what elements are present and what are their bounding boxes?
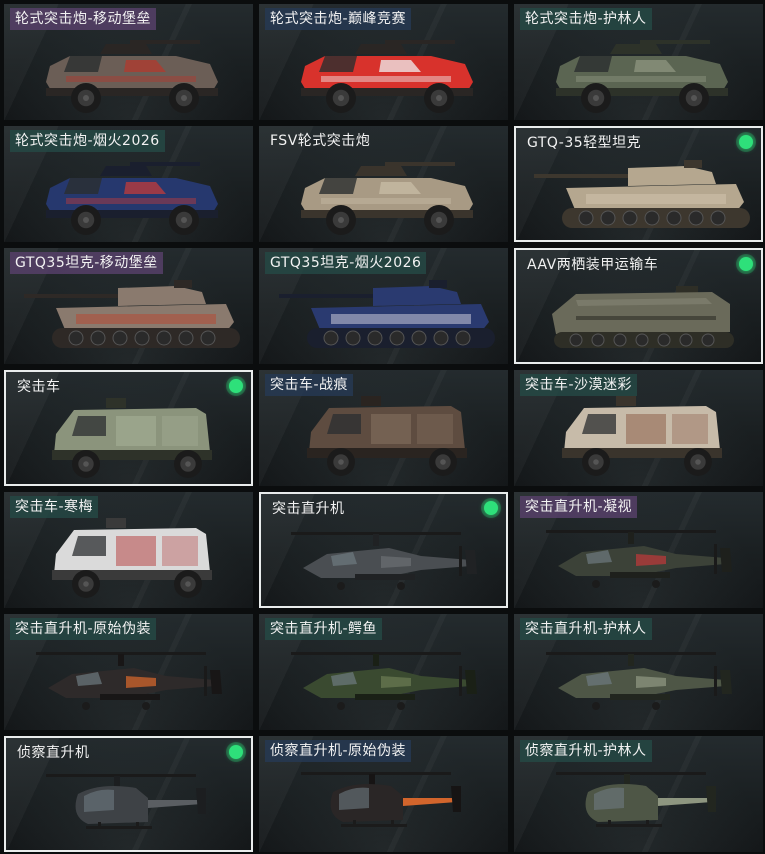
- light-tank-icon: [516, 150, 761, 240]
- vehicle-skin-name: 突击直升机-凝视: [520, 496, 638, 518]
- vehicle-skin-name: 轮式突击炮-移动堡垒: [10, 8, 157, 30]
- vehicle-skin-name: 突击车: [17, 379, 61, 395]
- owned-indicator-icon: [484, 501, 498, 515]
- wheeled-assault-gun-icon: [514, 26, 763, 118]
- vehicle-skin-card[interactable]: 突击直升机-凝视: [514, 492, 763, 608]
- vehicle-skin-name: GTQ35坦克-烟火2026: [265, 252, 427, 274]
- attack-helicopter-icon: [4, 636, 253, 728]
- attack-helicopter-icon: [514, 514, 763, 606]
- assault-vehicle-icon: [259, 392, 508, 484]
- attack-helicopter-icon: [259, 636, 508, 728]
- vehicle-skin-name: GTQ-35轻型坦克: [527, 135, 642, 151]
- vehicle-skin-card[interactable]: 侦察直升机: [4, 736, 253, 852]
- vehicle-skin-name: 侦察直升机-原始伪装: [265, 740, 412, 762]
- vehicle-skin-name: 突击直升机-护林人: [520, 618, 652, 640]
- vehicle-skin-card[interactable]: 轮式突击炮-巅峰竞赛: [259, 4, 508, 120]
- vehicle-skin-card[interactable]: AAV两栖装甲运输车: [514, 248, 763, 364]
- scout-helicopter-icon: [514, 758, 763, 850]
- vehicle-skin-name: 轮式突击炮-护林人: [520, 8, 652, 30]
- vehicle-skin-card[interactable]: 突击直升机-护林人: [514, 614, 763, 730]
- vehicle-skin-card[interactable]: 突击车-沙漠迷彩: [514, 370, 763, 486]
- wheeled-assault-gun-icon: [4, 148, 253, 240]
- vehicle-skin-name: 突击车-寒梅: [10, 496, 99, 518]
- attack-helicopter-icon: [261, 516, 506, 606]
- assault-vehicle-icon: [514, 392, 763, 484]
- vehicle-skin-card[interactable]: 突击直升机: [259, 492, 508, 608]
- assault-vehicle-icon: [6, 394, 251, 484]
- vehicle-skin-card[interactable]: 侦察直升机-原始伪装: [259, 736, 508, 852]
- vehicle-skin-card[interactable]: FSV轮式突击炮: [259, 126, 508, 242]
- owned-indicator-icon: [739, 135, 753, 149]
- owned-indicator-icon: [229, 379, 243, 393]
- owned-indicator-icon: [229, 745, 243, 759]
- vehicle-skin-card[interactable]: 突击车-寒梅: [4, 492, 253, 608]
- vehicle-skin-name: 突击车-沙漠迷彩: [520, 374, 638, 396]
- vehicle-skin-name: GTQ35坦克-移动堡垒: [10, 252, 163, 274]
- assault-vehicle-icon: [4, 514, 253, 606]
- scout-helicopter-icon: [259, 758, 508, 850]
- scout-helicopter-icon: [6, 760, 251, 850]
- vehicle-skin-card[interactable]: 轮式突击炮-移动堡垒: [4, 4, 253, 120]
- wheeled-assault-gun-icon: [4, 26, 253, 118]
- light-tank-icon: [4, 270, 253, 362]
- vehicle-skin-name: 突击直升机-鳄鱼: [265, 618, 383, 640]
- owned-indicator-icon: [739, 257, 753, 271]
- vehicle-skin-name: 侦察直升机: [17, 745, 90, 761]
- amphibious-apc-icon: [516, 272, 761, 362]
- vehicle-skin-name: FSV轮式突击炮: [270, 133, 371, 149]
- vehicle-skin-name: AAV两栖装甲运输车: [527, 257, 659, 273]
- vehicle-skin-grid: 轮式突击炮-移动堡垒 轮式突击炮-巅峰竞赛 轮式突击炮-护林人 轮式突击炮-烟火…: [4, 4, 763, 854]
- vehicle-skin-card[interactable]: 侦察直升机-护林人: [514, 736, 763, 852]
- vehicle-skin-card[interactable]: 突击车-战痕: [259, 370, 508, 486]
- wheeled-assault-gun-icon: [259, 26, 508, 118]
- vehicle-skin-card[interactable]: 轮式突击炮-护林人: [514, 4, 763, 120]
- vehicle-skin-card[interactable]: 突击直升机-原始伪装: [4, 614, 253, 730]
- vehicle-skin-card[interactable]: 突击直升机-鳄鱼: [259, 614, 508, 730]
- vehicle-skin-name: 突击车-战痕: [265, 374, 354, 396]
- vehicle-skin-card[interactable]: GTQ35坦克-烟火2026: [259, 248, 508, 364]
- vehicle-skin-name: 轮式突击炮-烟火2026: [10, 130, 165, 152]
- vehicle-skin-name: 突击直升机: [272, 501, 345, 517]
- vehicle-skin-card[interactable]: GTQ-35轻型坦克: [514, 126, 763, 242]
- attack-helicopter-icon: [514, 636, 763, 728]
- vehicle-skin-card[interactable]: 突击车: [4, 370, 253, 486]
- vehicle-skin-name: 突击直升机-原始伪装: [10, 618, 157, 640]
- vehicle-skin-card[interactable]: 轮式突击炮-烟火2026: [4, 126, 253, 242]
- wheeled-assault-gun-icon: [259, 148, 508, 240]
- vehicle-skin-card[interactable]: GTQ35坦克-移动堡垒: [4, 248, 253, 364]
- vehicle-skin-name: 侦察直升机-护林人: [520, 740, 652, 762]
- light-tank-icon: [259, 270, 508, 362]
- vehicle-skin-name: 轮式突击炮-巅峰竞赛: [265, 8, 412, 30]
